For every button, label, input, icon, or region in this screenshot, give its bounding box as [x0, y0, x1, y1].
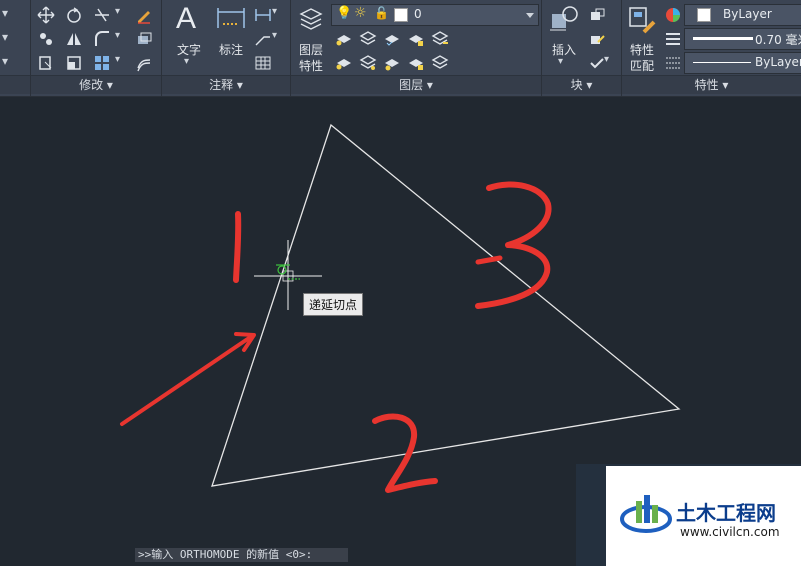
color-wheel-icon[interactable] [664, 6, 682, 24]
red-numeral-1 [233, 211, 242, 283]
color-swatch [697, 8, 711, 22]
layer-on-icon[interactable] [335, 54, 353, 72]
command-line-history: >>输入 ORTHOMODE 的新值 <0>: [135, 548, 348, 562]
watermark-title: 土木工程网 [676, 501, 776, 525]
chevron-down-icon[interactable]: ▾ [604, 54, 622, 72]
watermark-url: www.civilcn.com [680, 525, 780, 539]
layer-lock-icon[interactable] [407, 30, 425, 48]
lightbulb-icon: 💡 [336, 6, 353, 21]
copy-icon[interactable] [37, 30, 55, 48]
explode-icon[interactable] [135, 30, 153, 48]
lineweight-value: 0.70 毫米 [755, 33, 801, 47]
scale-icon[interactable] [65, 54, 83, 72]
mirror-icon[interactable] [65, 30, 83, 48]
text-icon[interactable]: A [176, 2, 202, 36]
layer-freeze-icon[interactable] [383, 30, 401, 48]
layer-walk-icon[interactable] [431, 54, 449, 72]
draw-tool-icon[interactable]: ▾ [2, 54, 20, 72]
chevron-down-icon[interactable]: ▾ [184, 56, 202, 74]
chevron-down-icon[interactable]: ▾ [272, 30, 290, 48]
panel-title-label: 特性 [694, 78, 719, 92]
layer-match-icon[interactable] [431, 30, 449, 48]
draw-tool-icon[interactable]: ▾ [2, 6, 20, 24]
panel-draw-clipped: ▾ ▾ ▾ [0, 0, 31, 96]
dimension-icon[interactable] [216, 4, 246, 32]
erase-icon[interactable] [135, 6, 153, 24]
panel-properties: 特性 匹配 ByLayer 0.70 毫米 ByLayer 特性 ▾ [622, 0, 801, 96]
red-numeral-3-tick [475, 255, 503, 265]
panel-title-draw[interactable] [0, 75, 30, 94]
match-properties-label-1[interactable]: 特性 [624, 41, 660, 58]
panel-title-annotate[interactable]: 注释 ▾ [162, 75, 290, 94]
layer-properties-icon[interactable] [297, 4, 325, 36]
unlock-icon: 🔓 [374, 6, 389, 20]
color-value: ByLayer [723, 7, 772, 21]
panel-title-label: 块 [570, 78, 583, 92]
chevron-down-icon[interactable]: ▾ [115, 54, 133, 72]
layer-properties-label-2[interactable]: 特性 [293, 57, 329, 74]
layer-unisolate-icon[interactable] [359, 54, 377, 72]
triangle[interactable] [211, 123, 681, 487]
insert-block-icon[interactable] [548, 4, 580, 36]
watermark-logo-icon [620, 495, 672, 533]
layer-properties-label-1[interactable]: 图层 [293, 41, 329, 58]
color-dropdown[interactable]: ByLayer [684, 4, 801, 26]
panel-block: 插入 ▾ ▾ 块 ▾ [542, 0, 622, 96]
lineweight-icon[interactable] [664, 30, 682, 48]
layer-thaw-icon[interactable] [383, 54, 401, 72]
current-layer-name: 0 [414, 7, 422, 21]
red-numeral-3 [475, 181, 552, 309]
red-arrow-annotation [120, 334, 254, 426]
lineweight-sample [693, 37, 753, 40]
red-numeral-2 [372, 413, 438, 493]
linetype-sample [693, 62, 751, 63]
panel-title-layers[interactable]: 图层 ▾ [291, 75, 541, 94]
panel-layers: 图层 特性 💡 ☼ 🔓 0 图层 ▾ [291, 0, 542, 96]
create-block-icon[interactable] [588, 6, 606, 24]
ribbon: ▾ ▾ ▾ ▾ ▾ ▾ 修改 ▾ A 文字 ▾ 标注 ▾ ▾ 注释 ▾ 图层 特… [0, 0, 801, 97]
table-icon[interactable] [254, 54, 272, 72]
layer-color-swatch [394, 8, 408, 22]
linetype-dropdown[interactable]: ByLayer [684, 52, 801, 74]
panel-annotate: A 文字 ▾ 标注 ▾ ▾ 注释 ▾ [162, 0, 291, 96]
layer-isolate-icon[interactable] [359, 30, 377, 48]
panel-title-modify[interactable]: 修改 ▾ [31, 75, 161, 94]
match-properties-label-2[interactable]: 匹配 [624, 57, 660, 74]
chevron-down-icon[interactable]: ▾ [115, 6, 133, 24]
panel-modify: ▾ ▾ ▾ 修改 ▾ [31, 0, 162, 96]
panel-title-label: 修改 [79, 78, 104, 92]
dimension-button-label[interactable]: 标注 [214, 41, 248, 58]
layer-dropdown[interactable]: 💡 ☼ 🔓 0 [331, 4, 539, 26]
trim-icon[interactable] [93, 6, 111, 24]
sun-icon: ☼ [354, 5, 367, 21]
draw-tool-icon[interactable]: ▾ [2, 30, 20, 48]
panel-title-properties[interactable]: 特性 ▾ [622, 75, 801, 94]
edit-block-icon[interactable] [588, 30, 606, 48]
chevron-down-icon[interactable]: ▾ [272, 6, 290, 24]
panel-title-label: 注释 [209, 78, 234, 92]
linetype-icon[interactable] [664, 54, 682, 72]
stretch-icon[interactable] [37, 54, 55, 72]
linetype-value: ByLayer [755, 55, 801, 69]
offset-icon[interactable] [135, 54, 153, 72]
panel-title-block[interactable]: 块 ▾ [542, 75, 621, 94]
panel-title-label: 图层 [399, 78, 424, 92]
osnap-tooltip: 递延切点 [303, 293, 364, 316]
leader-icon[interactable] [254, 30, 272, 48]
chevron-down-icon [526, 13, 534, 18]
chevron-down-icon[interactable]: ▾ [115, 30, 133, 48]
match-properties-icon[interactable] [626, 4, 658, 36]
fillet-icon[interactable] [93, 30, 111, 48]
lineweight-dropdown[interactable]: 0.70 毫米 [684, 28, 801, 50]
layer-unlock-icon[interactable] [407, 54, 425, 72]
rotate-icon[interactable] [65, 6, 83, 24]
move-icon[interactable] [37, 6, 55, 24]
chevron-down-icon[interactable]: ▾ [558, 56, 576, 74]
linear-dim-icon[interactable] [254, 6, 272, 24]
layer-off-icon[interactable] [335, 30, 353, 48]
array-icon[interactable] [93, 54, 111, 72]
